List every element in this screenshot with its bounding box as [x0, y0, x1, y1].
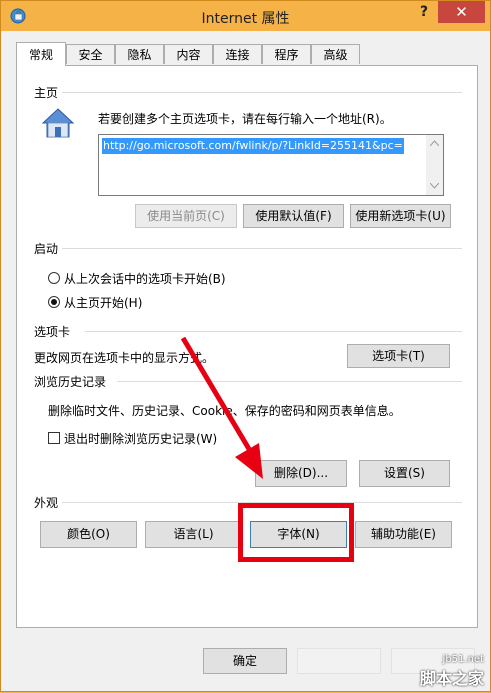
- highlight-box: [238, 503, 354, 562]
- watermark: jb51.net 脚本之家: [420, 654, 484, 689]
- tab-general[interactable]: 常规: [16, 42, 66, 66]
- watermark-site: jb51.net: [442, 654, 484, 665]
- cancel-button[interactable]: [297, 648, 381, 674]
- watermark-brand: 脚本之家: [419, 669, 484, 688]
- internet-properties-window: Internet 属性 ? ✕ 常规 安全 隐私 内容 连接 程序 高级 主页 …: [0, 0, 491, 692]
- annotation-arrow: [180, 336, 263, 479]
- ok-button[interactable]: 确定: [203, 648, 287, 674]
